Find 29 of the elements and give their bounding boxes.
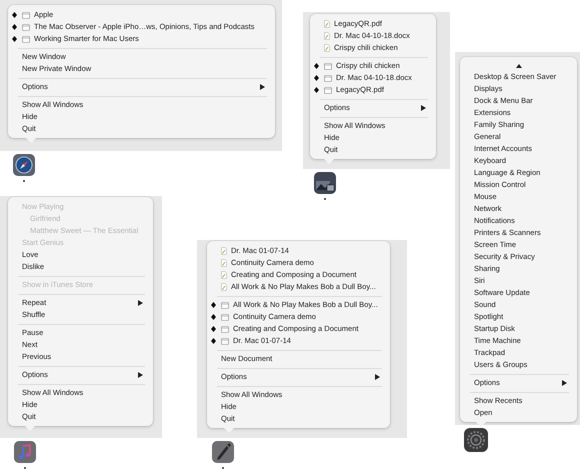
submenu-arrow-icon (260, 84, 265, 90)
photo-stack-icon[interactable] (314, 172, 336, 194)
window-icon (221, 338, 229, 344)
submenu-arrow-icon (138, 372, 143, 378)
document-icon (221, 247, 227, 255)
document-icon (221, 271, 227, 279)
window-icon (22, 24, 30, 30)
window-icon (22, 12, 30, 18)
document-icon (221, 259, 227, 267)
submenu-arrow-icon (562, 380, 567, 386)
pen-icon[interactable] (212, 441, 234, 463)
compass-icon[interactable] (13, 154, 35, 176)
submenu-arrow-icon (138, 300, 143, 306)
submenu-arrow-icon (421, 105, 426, 111)
window-icon (221, 302, 229, 308)
document-icon (324, 20, 330, 28)
window-icon (22, 36, 30, 42)
window-icon (324, 62, 332, 70)
document-icon (221, 283, 227, 291)
music-note-icon[interactable] (14, 441, 36, 463)
document-icon (324, 44, 330, 52)
window-icon (221, 326, 229, 332)
submenu-arrow-icon (375, 374, 380, 380)
window-icon (324, 74, 332, 82)
gear-icon[interactable] (464, 428, 488, 452)
document-icon (324, 32, 330, 40)
window-icon (221, 314, 229, 320)
window-icon (324, 86, 332, 94)
scroll-up-icon[interactable] (516, 64, 522, 68)
